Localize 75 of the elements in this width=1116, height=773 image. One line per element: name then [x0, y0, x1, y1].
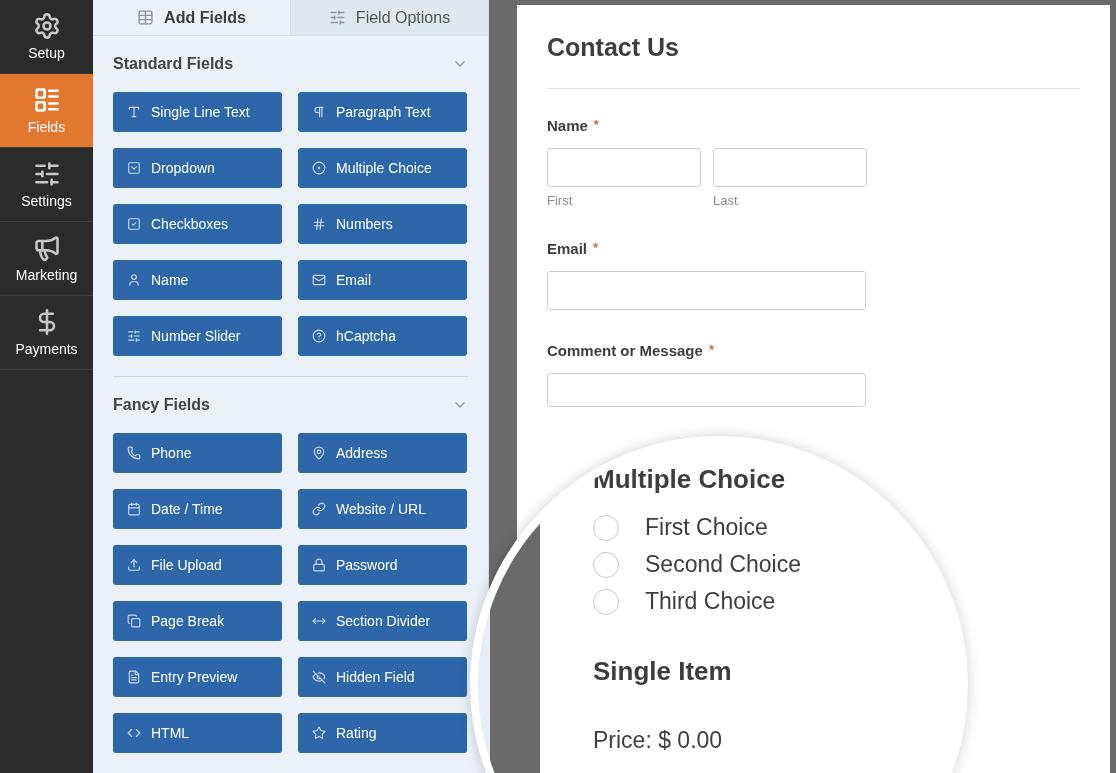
input-field[interactable] [547, 271, 866, 310]
checkbox-icon [127, 217, 141, 232]
field-button[interactable]: Single Line Text [113, 92, 282, 133]
field-button[interactable]: Numbers [298, 204, 467, 245]
field-button[interactable]: Checkboxes [113, 204, 282, 245]
upload-icon [127, 558, 141, 572]
field-label: Single Item [593, 656, 733, 687]
tab[interactable]: Field Options [290, 0, 488, 36]
field-button[interactable]: hCaptcha [298, 316, 467, 357]
choice-label: First Choice [645, 514, 768, 541]
pin-icon [312, 446, 326, 460]
megaphone-icon [32, 234, 61, 262]
required-mark: * [593, 240, 599, 257]
sidebar-item[interactable]: Fields [0, 74, 93, 148]
link-icon [312, 502, 326, 516]
field-button[interactable]: Address [298, 433, 467, 473]
pilcrow-icon [312, 105, 326, 120]
field-button[interactable]: Phone [113, 433, 282, 473]
eye-off-icon [312, 670, 326, 684]
form-title: Contact Us [547, 33, 680, 62]
field-button[interactable]: Entry Preview [113, 657, 282, 697]
list-icon [32, 86, 61, 114]
radio-button[interactable] [593, 588, 619, 615]
table-icon [137, 9, 155, 27]
lock-icon [312, 558, 326, 572]
code-icon [127, 726, 141, 740]
required-mark: * [708, 342, 714, 359]
field-button[interactable]: Number Slider [113, 316, 282, 357]
field-label: Multiple Choice [593, 464, 787, 495]
sublabel: Last [713, 193, 739, 208]
sublabel: First [547, 193, 574, 208]
copy-icon [127, 614, 141, 628]
section-title: Standard Fields [113, 55, 234, 74]
field-label: Comment or Message [547, 342, 703, 359]
field-label: Name [547, 117, 588, 134]
radio-button[interactable] [593, 514, 619, 541]
field-button[interactable]: Password [298, 545, 467, 585]
field-button[interactable]: Multiple Choice [298, 148, 467, 189]
field-button[interactable]: Section Divider [298, 601, 467, 641]
field-button[interactable]: Hidden Field [298, 657, 467, 697]
dropdown-icon [127, 161, 141, 176]
price-text: Price: $ 0.00 [593, 727, 724, 754]
field-button[interactable]: Page Break [113, 601, 282, 641]
field-button[interactable]: HTML [113, 713, 282, 753]
field-button[interactable]: Website / URL [298, 489, 467, 529]
field-button[interactable]: Rating [298, 713, 467, 753]
field-button[interactable]: Dropdown [113, 148, 282, 189]
hash-icon [312, 217, 326, 232]
envelope-icon [312, 273, 326, 288]
section-title: Fancy Fields [113, 396, 210, 414]
field-button[interactable]: Paragraph Text [298, 92, 467, 133]
field-button[interactable]: Email [298, 260, 467, 301]
user-icon [127, 273, 141, 288]
radio-icon [312, 161, 326, 176]
input-field[interactable] [547, 148, 701, 187]
radio-button[interactable] [593, 551, 619, 578]
sliders-icon [127, 329, 141, 344]
choice-label: Second Choice [645, 551, 801, 578]
field-button[interactable]: File Upload [113, 545, 282, 585]
text-icon [127, 105, 141, 120]
textarea-field[interactable] [547, 373, 866, 407]
gear-icon [32, 12, 61, 40]
question-icon [312, 329, 326, 344]
field-button[interactable]: Name [113, 260, 282, 301]
field-label: Email [547, 240, 588, 257]
sliders-icon [32, 160, 61, 188]
input-field[interactable] [713, 148, 867, 187]
required-mark: * [593, 117, 599, 134]
document-icon [127, 670, 141, 684]
calendar-icon [127, 502, 141, 516]
choice-label: Third Choice [645, 588, 776, 615]
field-button[interactable]: Date / Time [113, 489, 282, 529]
sliders-icon [328, 9, 346, 27]
phone-icon [127, 446, 141, 460]
star-icon [312, 726, 326, 740]
